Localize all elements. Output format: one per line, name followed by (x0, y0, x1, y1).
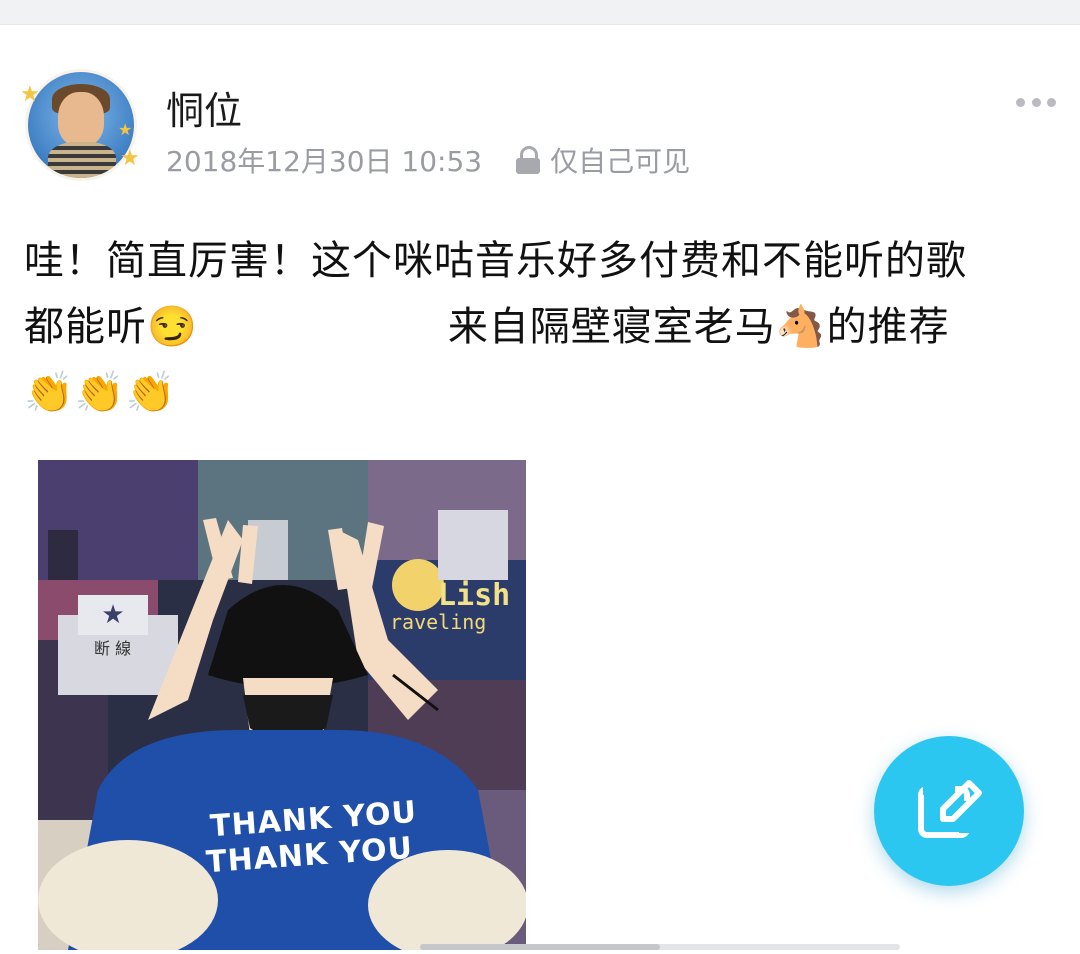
top-bar (0, 0, 1080, 25)
username[interactable]: 恫位 (166, 80, 242, 135)
poster-cn-text: 断 線 (94, 639, 132, 658)
image-illustration: ★ (38, 460, 526, 950)
star-icon: ★ (120, 146, 140, 171)
clap-emoji: 👏👏👏 (24, 370, 177, 416)
compose-button[interactable] (874, 736, 1024, 886)
post-image[interactable]: ★ Lish raveling 断 線 THANK YOU THANK YOU (38, 460, 526, 950)
scroll-indicator (420, 944, 900, 950)
star-icon: ★ (118, 120, 133, 139)
lock-icon (516, 146, 541, 174)
poster-title: Lish (438, 578, 511, 613)
post-text-line: 哇！简直厉害！这个咪咕音乐好多付费和不能听的歌 (24, 238, 967, 284)
post-meta: 2018年12月30日 10:53 仅自己可见 (166, 140, 690, 180)
more-options-icon[interactable] (1016, 94, 1056, 110)
post-text: 哇！简直厉害！这个咪咕音乐好多付费和不能听的歌 都能听😏 来自隔壁寝室老马🐴的推荐… (24, 228, 1064, 426)
svg-text:★: ★ (101, 600, 124, 630)
edit-icon (918, 780, 982, 838)
star-icon: ★ (20, 82, 40, 107)
poster-subtitle: raveling (390, 610, 487, 634)
post-header: ★ ★ ★ 恫位 2018年12月30日 10:53 仅自己可见 (0, 24, 1080, 194)
visibility-label: 仅自己可见 (550, 145, 691, 178)
scroll-thumb (420, 944, 660, 950)
post-text-line: 来自隔壁寝室老马🐴的推荐 (447, 304, 950, 350)
post-text-line: 都能听😏 (24, 304, 198, 350)
post-timestamp: 2018年12月30日 10:53 (166, 145, 483, 178)
